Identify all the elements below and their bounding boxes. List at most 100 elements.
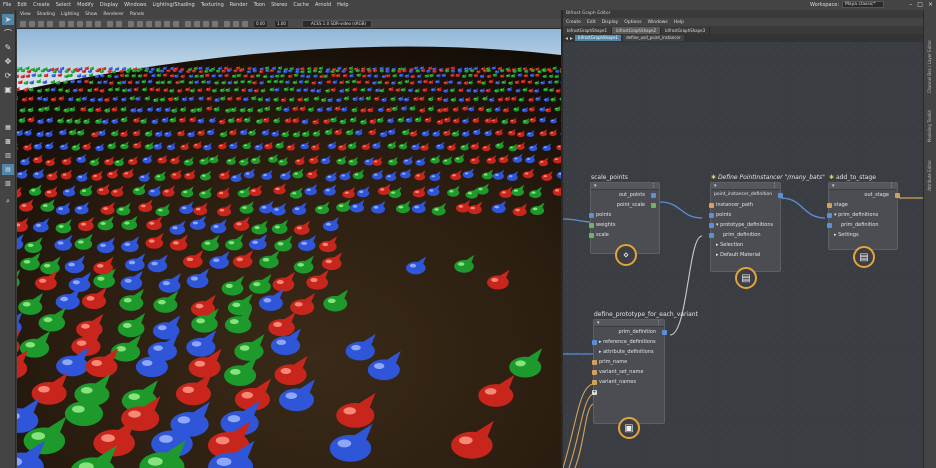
menu-edit[interactable]: Edit [14,2,30,8]
layout-outliner-icon[interactable]: ▧ [2,178,14,189]
smooth-shade-icon[interactable] [137,21,143,27]
node-graph-canvas[interactable]: scale_points ▾ ⋮ out_points point_scale p… [563,42,923,468]
camera-icon[interactable] [20,21,26,27]
menu-display[interactable]: Display [97,2,121,8]
tab-graph-3[interactable]: bifrostGraphShape3 [661,26,711,34]
tab-graph-1[interactable]: bifrostGraphShape1 [563,26,613,34]
bf-menu-help[interactable]: Help [671,20,687,25]
vp-menu-panels[interactable]: Panels [127,12,147,17]
port-pin[interactable] [827,213,832,218]
port-pin[interactable] [709,223,714,228]
xray-joints-icon[interactable] [242,21,248,27]
sidebar-tab-channel-box[interactable]: Channel Box / Layer Editor [927,40,932,93]
menu-modify[interactable]: Modify [74,2,97,8]
port-pin[interactable] [778,193,783,198]
vp-menu-show[interactable]: Show [82,12,100,17]
port-pin[interactable] [895,193,900,198]
menu-select[interactable]: Select [53,2,74,8]
port-pin[interactable] [589,223,594,228]
port-pin[interactable] [827,203,832,208]
port-pin[interactable] [592,370,597,375]
collapse-icon[interactable]: ▾ [714,183,717,190]
node-menu-icon[interactable]: ⋮ [656,320,661,327]
bf-menu-options[interactable]: Options [621,20,644,25]
isolate-select-icon[interactable] [224,21,230,27]
paint-tool-paint-brush-icon[interactable]: ✎ [2,42,14,53]
forward-arrow-icon[interactable]: ▸ [570,35,573,42]
menu-cache[interactable]: Cache [290,2,312,8]
node-define-point-instancer[interactable]: ✱ Define PointInstancer "/many_bats" ▾ ⋮ … [709,174,825,289]
safe-title-icon[interactable] [116,21,122,27]
lasso-tool-lasso-icon[interactable]: ⌒ [2,28,14,39]
move-tool-move-icon[interactable]: ✥ [2,56,14,67]
bf-menu-windows[interactable]: Windows [645,20,671,25]
camera-attr-icon[interactable] [29,21,35,27]
exposure-field[interactable]: 0.00 [254,21,267,27]
xray-icon[interactable] [233,21,239,27]
layout-persp-icon[interactable]: ▤ [2,164,14,175]
menu-lighting-shading[interactable]: Lighting/Shading [149,2,197,8]
resolution-gate-icon[interactable] [77,21,83,27]
colorspace-dropdown[interactable]: ACES 1.0 SDR-video (sRGB) [302,20,372,28]
port-pin[interactable] [651,203,656,208]
anti-alias-icon[interactable] [203,21,209,27]
grid-icon[interactable] [59,21,65,27]
film-gate-icon[interactable] [68,21,74,27]
breadcrumb-root[interactable]: bifrostGraphShape1 [575,35,622,41]
scale-tool-scale-icon[interactable]: ▣ [2,84,14,95]
node-menu-icon[interactable]: ⋮ [889,183,894,190]
textured-icon[interactable] [155,21,161,27]
port-pin[interactable] [709,203,714,208]
port-pin[interactable] [592,360,597,365]
wireframe-on-shaded-icon[interactable] [146,21,152,27]
maximize-icon[interactable]: □ [917,1,923,8]
port-pin[interactable] [592,340,597,345]
bookmark-icon[interactable] [38,21,44,27]
sidebar-tab-attribute-editor[interactable]: Attribute Editor [927,160,932,191]
bf-menu-edit[interactable]: Edit [584,20,599,25]
add-port-icon[interactable]: + [592,390,597,395]
port-pin[interactable] [589,233,594,238]
sidebar-tab-modeling-toolkit[interactable]: Modeling Toolkit [927,110,932,142]
image-plane-icon[interactable] [47,21,53,27]
vp-menu-shading[interactable]: Shading [34,12,58,17]
bf-menu-display[interactable]: Display [599,20,622,25]
lights-icon[interactable] [164,21,170,27]
menu-render[interactable]: Render [227,2,251,8]
port-pin[interactable] [709,233,714,238]
menu-stereo[interactable]: Stereo [268,2,290,8]
select-tool-arrow-cursor-icon[interactable]: ➤ [2,14,14,25]
vp-menu-view[interactable]: View [17,12,34,17]
wireframe-icon[interactable] [128,21,134,27]
ambient-occlusion-icon[interactable] [185,21,191,27]
port-pin[interactable] [709,213,714,218]
node-menu-icon[interactable]: ⋮ [772,183,777,190]
port-pin[interactable] [589,213,594,218]
depth-of-field-icon[interactable] [212,21,218,27]
node-scale-points[interactable]: scale_points ▾ ⋮ out_points point_scale p… [589,174,660,266]
port-pin[interactable] [827,223,832,228]
safe-action-icon[interactable] [107,21,113,27]
minimize-icon[interactable]: – [909,1,912,8]
workspace-dropdown[interactable]: Maya classic* [842,1,884,8]
collapse-icon[interactable]: ▾ [597,320,600,327]
search-icon[interactable]: ⌕ [2,196,14,207]
bf-menu-create[interactable]: Create [563,20,584,25]
collapse-icon[interactable]: ▾ [832,183,835,190]
menu-toon[interactable]: Toon [251,2,269,8]
node-add-to-stage[interactable]: ✱ add_to_stage ▾ ⋮ out_stage stage ▾ prim… [827,174,900,268]
shadows-icon[interactable] [173,21,179,27]
motion-blur-icon[interactable] [194,21,200,27]
node-define-prototype[interactable]: define_prototype_for_each_variant ▾ ⋮ pri… [592,311,698,439]
menu-file[interactable]: File [0,2,14,8]
menu-arnold[interactable]: Arnold [312,2,334,8]
node-menu-icon[interactable]: ⋮ [651,183,656,190]
field-chart-icon[interactable] [95,21,101,27]
rotate-tool-rotate-icon[interactable]: ⟳ [2,70,14,81]
breadcrumb-compound[interactable]: define_usd_point_instancer [623,35,684,41]
gate-mask-icon[interactable] [86,21,92,27]
port-pin[interactable] [651,193,656,198]
menu-help[interactable]: Help [334,2,351,8]
collapse-icon[interactable]: ▾ [594,183,597,190]
3d-viewport[interactable] [17,29,561,468]
